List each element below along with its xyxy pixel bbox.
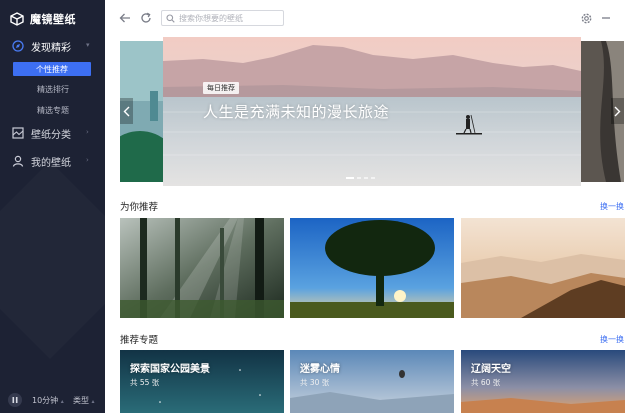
chevron-right-icon [614, 106, 621, 117]
chevron-left-icon [123, 106, 130, 117]
cube-logo-icon [10, 12, 24, 26]
carousel-dot[interactable] [357, 177, 361, 179]
nav-ranking-label: 精选排行 [37, 84, 69, 94]
topics-refresh-link[interactable]: 换一换 [600, 334, 624, 345]
type-value: 类型 [73, 396, 89, 405]
topic-card[interactable]: 迷雾心情 共 30 张 [290, 350, 454, 413]
topics-section-title: 推荐专题 [120, 335, 159, 346]
nav-ranking[interactable]: 精选排行 [0, 82, 105, 96]
app-name: 魔镜壁纸 [30, 13, 76, 26]
interval-select[interactable]: 10分钟 ▴ [32, 395, 64, 406]
chevron-up-icon: ▴ [60, 398, 64, 405]
lone-tree-sunset-thumbnail [290, 218, 454, 318]
back-icon[interactable] [118, 11, 132, 25]
nav-category-label: 壁纸分类 [31, 129, 71, 141]
topic-count: 共 55 张 [130, 378, 160, 387]
topic-card[interactable]: 辽阔天空 共 60 张 [461, 350, 625, 413]
nav-topics[interactable]: 精选专题 [0, 103, 105, 117]
topic-card[interactable]: 探索国家公园美景 共 55 张 [120, 350, 284, 413]
category-icon [12, 127, 24, 139]
banner-prev-button[interactable] [120, 98, 133, 124]
pause-icon [12, 397, 18, 403]
minimize-icon[interactable] [600, 12, 612, 24]
nav-discover[interactable]: 发现精彩 ▾ [0, 37, 105, 55]
sidebar: 魔镜壁纸 发现精彩 ▾ 个性推荐 精选排行 精选专题 壁纸分类 › 我的壁纸 › [0, 0, 105, 413]
carousel-dot[interactable] [346, 177, 354, 179]
chevron-down-icon: ▾ [86, 41, 90, 49]
banner-carousel[interactable]: 每日推荐 人生是充满未知的漫长旅途 [163, 37, 581, 186]
pause-button[interactable] [8, 393, 22, 407]
forest-sunbeams-thumbnail [120, 218, 284, 318]
top-bar [105, 0, 640, 36]
search-input[interactable] [179, 13, 279, 23]
topic-title: 迷雾心情 [300, 364, 340, 375]
chevron-right-icon: › [86, 156, 89, 164]
carousel-dots [346, 177, 375, 179]
app-brand: 魔镜壁纸 [10, 10, 76, 28]
settings-icon[interactable] [580, 12, 592, 24]
banner-next-button[interactable] [611, 98, 624, 124]
recommend-card[interactable] [461, 218, 625, 318]
chevron-right-icon: › [86, 128, 89, 136]
carousel-dot[interactable] [371, 177, 375, 179]
discover-icon [12, 40, 24, 52]
recommend-section-title: 为你推荐 [120, 202, 159, 213]
search-icon [166, 13, 175, 23]
nav-discover-label: 发现精彩 [31, 42, 71, 54]
daily-recommend-tag: 每日推荐 [203, 82, 239, 94]
topic-title: 辽阔天空 [471, 364, 511, 375]
nav-personal-recommend[interactable]: 个性推荐 [13, 62, 91, 76]
recommend-card[interactable] [290, 218, 454, 318]
chevron-up-icon: ▴ [91, 398, 95, 405]
nav-personal-recommend-label: 个性推荐 [36, 64, 68, 74]
misty-mountains-thumbnail [461, 218, 625, 318]
nav-category[interactable]: 壁纸分类 › [0, 124, 105, 142]
refresh-icon[interactable] [139, 11, 153, 25]
recommend-refresh-link[interactable]: 换一换 [600, 201, 624, 212]
type-select[interactable]: 类型 ▴ [73, 395, 95, 406]
nav-mine-label: 我的壁纸 [31, 157, 71, 169]
carousel-dot[interactable] [364, 177, 368, 179]
recommend-card[interactable] [120, 218, 284, 318]
playback-bar: 10分钟 ▴ 类型 ▴ [0, 387, 105, 413]
topic-count: 共 30 张 [300, 378, 330, 387]
search-box[interactable] [161, 10, 284, 26]
topic-title: 探索国家公园美景 [130, 364, 210, 375]
user-icon [12, 155, 24, 167]
topic-count: 共 60 张 [471, 378, 501, 387]
banner-title: 人生是充满未知的漫长旅途 [203, 103, 390, 121]
nav-mine[interactable]: 我的壁纸 › [0, 152, 105, 170]
nav-topics-label: 精选专题 [37, 105, 69, 115]
interval-value: 10分钟 [32, 396, 59, 405]
